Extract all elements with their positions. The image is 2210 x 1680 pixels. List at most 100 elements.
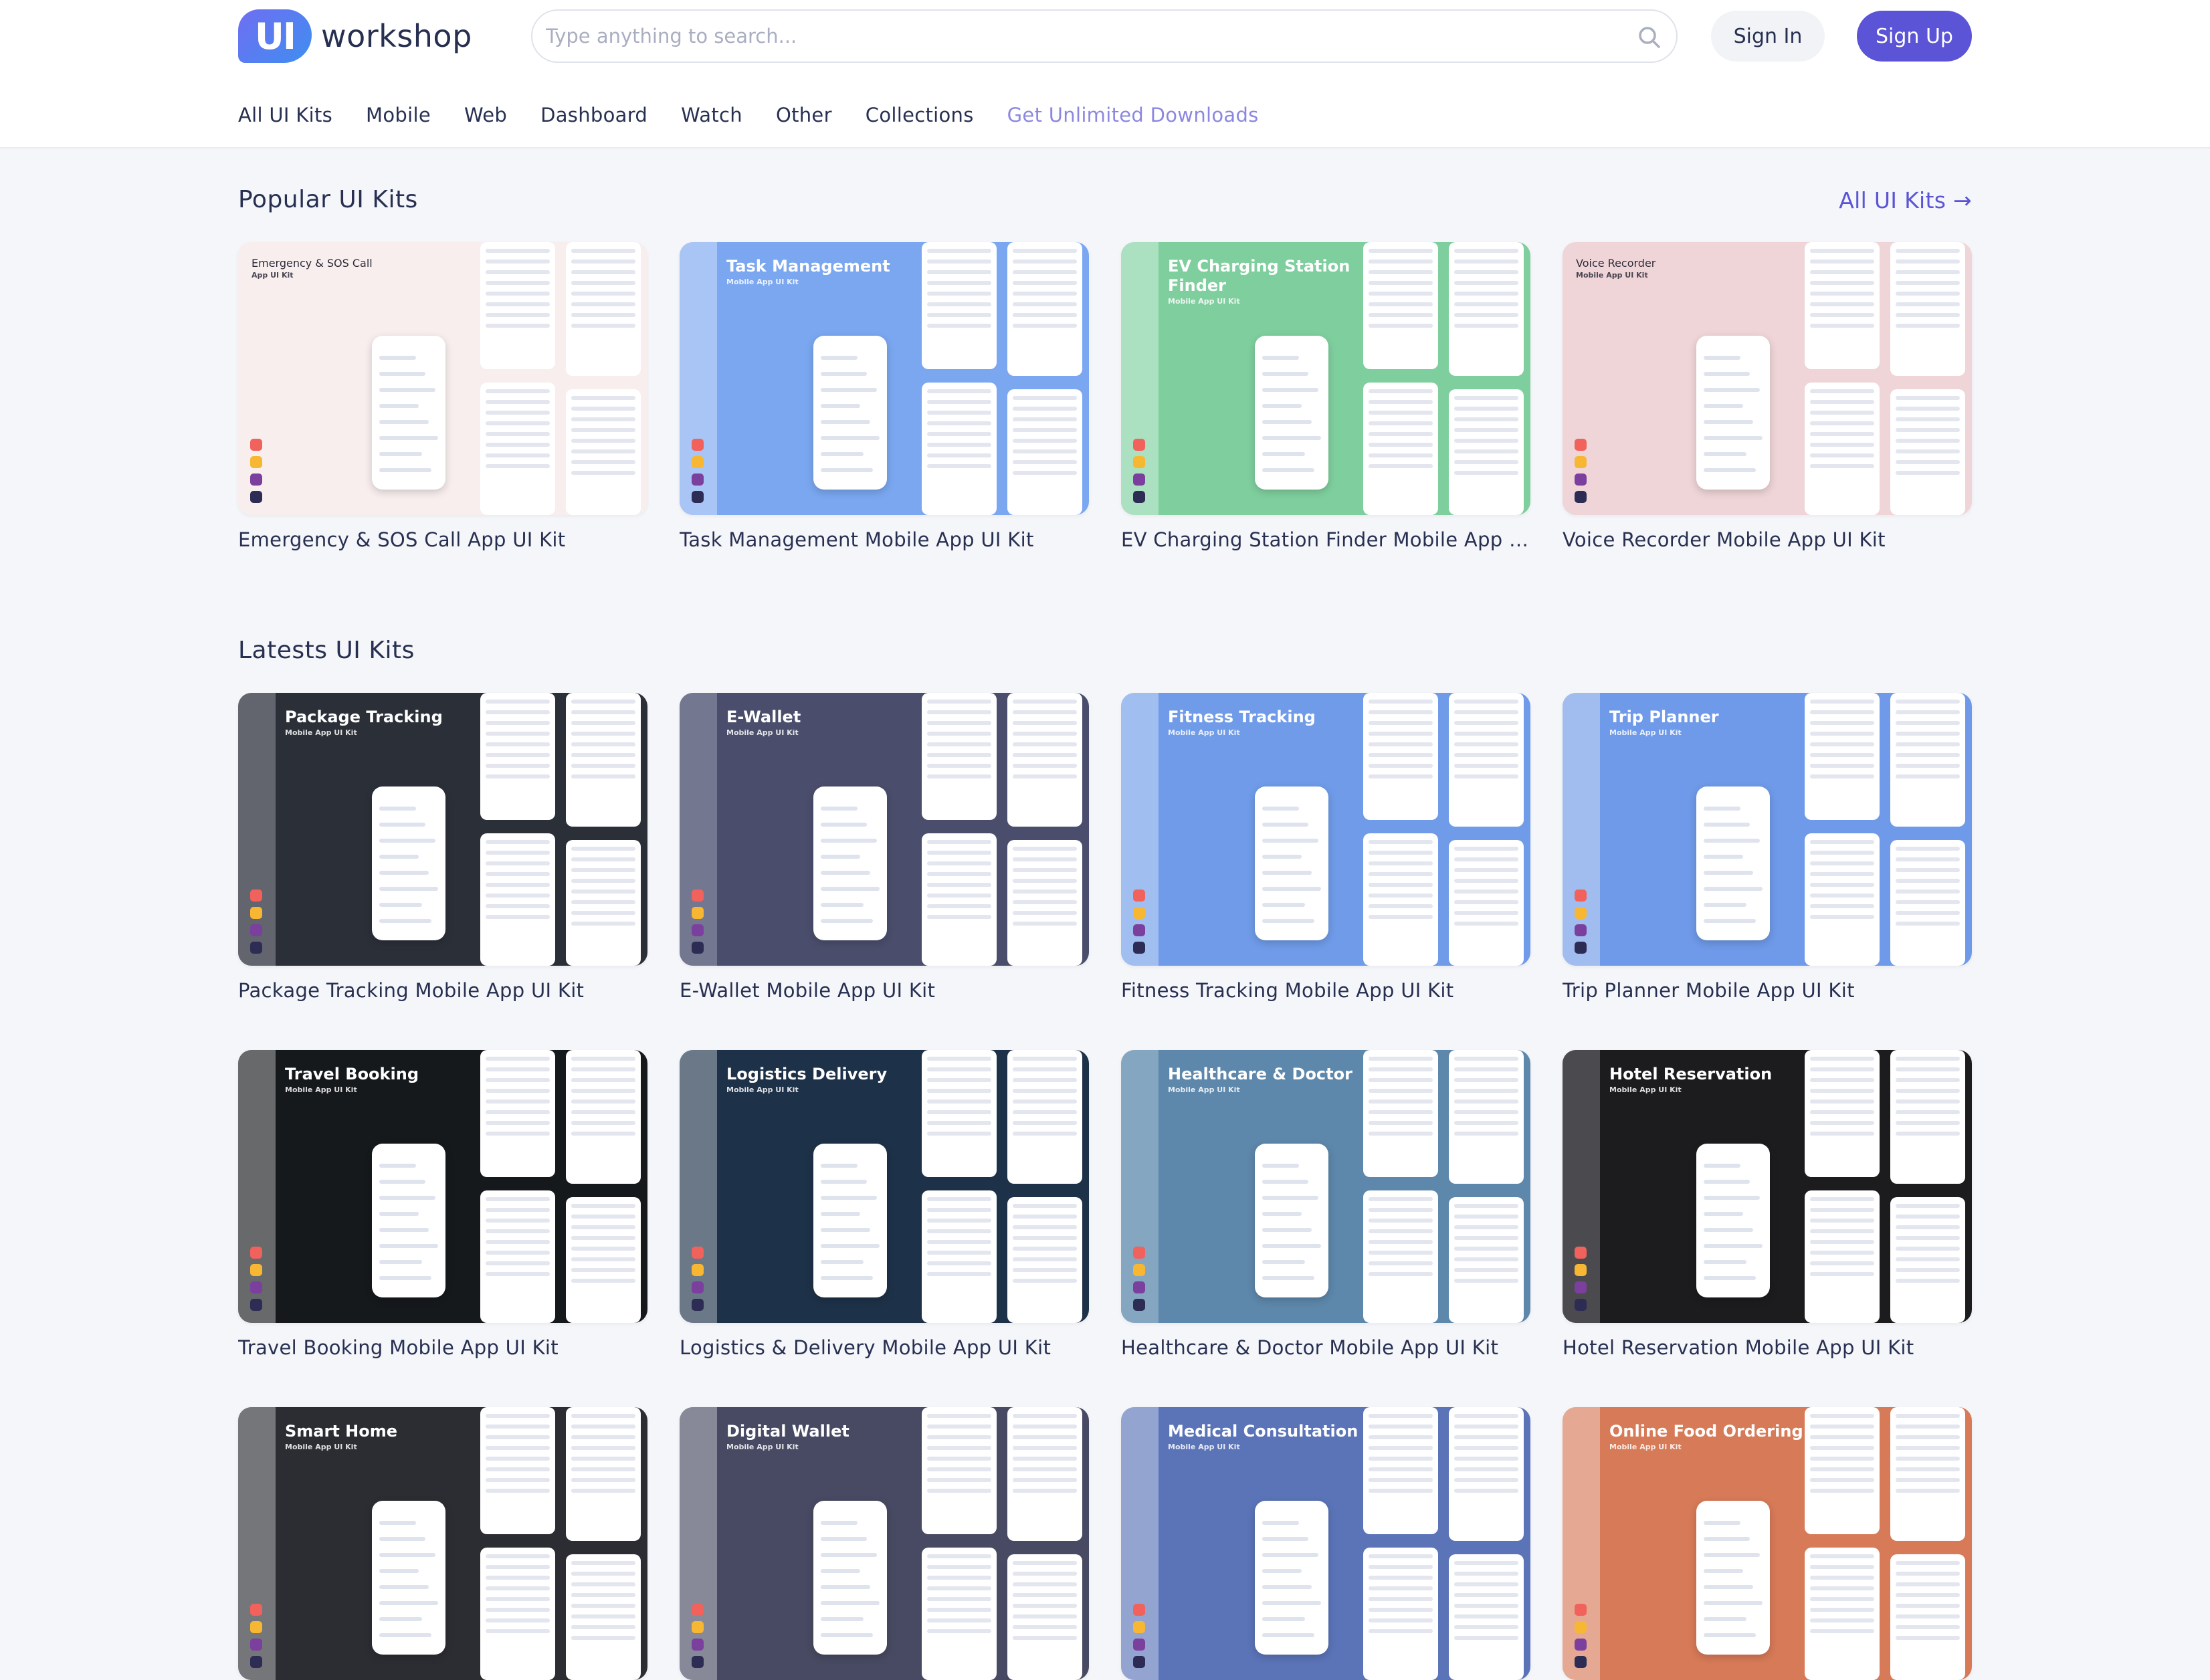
screen-panel [1363, 1050, 1438, 1177]
phone-line [1262, 919, 1315, 923]
search-input[interactable] [546, 20, 1589, 52]
kit-thumbnail[interactable]: Emergency & SOS Call App UI Kit [238, 242, 647, 515]
screen-line [1369, 1489, 1433, 1493]
phone-line [1262, 871, 1312, 875]
thumbnail-subtitle: Mobile App UI Kit [285, 1442, 357, 1451]
kit-card[interactable]: Medical Consultation Mobile App UI Kit [1121, 1407, 1530, 1680]
adobe-xd-icon [250, 474, 262, 486]
kit-card[interactable]: Hotel Reservation Mobile App UI Kit Hotel … [1563, 1050, 1972, 1359]
screen-line [1896, 1257, 1960, 1261]
nav-collections[interactable]: Collections [866, 104, 974, 126]
kit-card[interactable]: Logistics Delivery Mobile App UI Kit Logis… [680, 1050, 1089, 1359]
kit-thumbnail[interactable]: Travel Booking Mobile App UI Kit [238, 1050, 647, 1323]
phone-line [379, 1617, 422, 1621]
kit-thumbnail[interactable]: Fitness Tracking Mobile App UI Kit [1121, 693, 1530, 966]
kit-title[interactable]: Trip Planner Mobile App UI Kit [1563, 979, 1972, 1002]
kit-card[interactable]: Fitness Tracking Mobile App UI Kit Fitness… [1121, 693, 1530, 1002]
nav-mobile[interactable]: Mobile [366, 104, 431, 126]
screen-line [927, 721, 991, 725]
kit-card[interactable]: Package Tracking Mobile App UI Kit Package… [238, 693, 647, 1002]
kit-thumbnail[interactable]: Hotel Reservation Mobile App UI Kit [1563, 1050, 1972, 1323]
screen-line [927, 1618, 991, 1622]
sign-up-button[interactable]: Sign Up [1857, 11, 1972, 62]
screen-line [1810, 453, 1874, 457]
screen-line [486, 1261, 550, 1265]
kit-title[interactable]: Voice Recorder Mobile App UI Kit [1563, 528, 1972, 551]
screen-line [1369, 324, 1433, 328]
kit-title[interactable]: Hotel Reservation Mobile App UI Kit [1563, 1336, 1972, 1359]
all-ui-kits-link[interactable]: All UI Kits → [1839, 187, 1972, 213]
nav-all-ui-kits[interactable]: All UI Kits [238, 104, 332, 126]
screen-line [1810, 753, 1874, 757]
kit-card[interactable]: E-Wallet Mobile App UI Kit E-Wallet Mobile… [680, 693, 1089, 1002]
screen-panel [1805, 693, 1880, 820]
kit-thumbnail[interactable]: Logistics Delivery Mobile App UI Kit [680, 1050, 1089, 1323]
kit-title[interactable]: Travel Booking Mobile App UI Kit [238, 1336, 647, 1359]
kit-card[interactable]: Smart Home Mobile App UI Kit [238, 1407, 647, 1680]
screen-line [1013, 1446, 1077, 1450]
screen-line [571, 249, 635, 253]
screen-line [1013, 742, 1077, 746]
kit-thumbnail[interactable]: EV Charging Station Finder Mobile App UI … [1121, 242, 1530, 515]
kit-card[interactable]: Voice Recorder Mobile App UI Kit Voice Rec… [1563, 242, 1972, 551]
phone-line [1262, 388, 1318, 392]
kit-title[interactable]: Logistics & Delivery Mobile App UI Kit [680, 1336, 1089, 1359]
nav-dashboard[interactable]: Dashboard [540, 104, 647, 126]
kit-card[interactable]: Healthcare & Doctor Mobile App UI Kit Heal… [1121, 1050, 1530, 1359]
nav-web[interactable]: Web [464, 104, 507, 126]
kit-title[interactable]: E-Wallet Mobile App UI Kit [680, 979, 1089, 1002]
kit-thumbnail[interactable]: Healthcare & Doctor Mobile App UI Kit [1121, 1050, 1530, 1323]
kit-title[interactable]: EV Charging Station Finder Mobile App UI… [1121, 528, 1530, 551]
nav-get-unlimited-downloads[interactable]: Get Unlimited Downloads [1007, 104, 1259, 126]
phone-line [1704, 388, 1760, 392]
kit-card[interactable]: Travel Booking Mobile App UI Kit Travel Bo… [238, 1050, 647, 1359]
phone-line [379, 1180, 426, 1184]
kit-title[interactable]: Task Management Mobile App UI Kit [680, 528, 1089, 551]
phone-line [1262, 807, 1299, 811]
phone-mockup [1696, 786, 1770, 940]
screen-line [486, 270, 550, 274]
screen-line [571, 1467, 635, 1471]
kit-thumbnail[interactable]: Digital Wallet Mobile App UI Kit [680, 1407, 1089, 1680]
kit-card[interactable]: Online Food Ordering Mobile App UI Kit [1563, 1407, 1972, 1680]
kit-card[interactable]: Digital Wallet Mobile App UI Kit [680, 1407, 1089, 1680]
photoshop-icon [692, 942, 704, 954]
sketch-icon [1133, 456, 1145, 468]
nav-watch[interactable]: Watch [681, 104, 742, 126]
kit-card[interactable]: EV Charging Station Finder Mobile App UI … [1121, 242, 1530, 551]
kit-card[interactable]: Emergency & SOS Call App UI Kit Emergency … [238, 242, 647, 551]
screen-line [1454, 1414, 1518, 1418]
nav-other[interactable]: Other [776, 104, 832, 126]
kit-thumbnail[interactable]: E-Wallet Mobile App UI Kit [680, 693, 1089, 966]
screen-line [1369, 464, 1433, 468]
sketch-icon [1133, 1264, 1145, 1276]
tool-icons [1133, 884, 1145, 954]
phone-line [821, 807, 858, 811]
search-icon[interactable] [1636, 24, 1663, 51]
screen-line [486, 443, 550, 447]
logo[interactable]: UI workshop [238, 9, 472, 63]
kit-title[interactable]: Emergency & SOS Call App UI Kit [238, 528, 647, 551]
kit-thumbnail[interactable]: Package Tracking Mobile App UI Kit [238, 693, 647, 966]
kit-title[interactable]: Healthcare & Doctor Mobile App UI Kit [1121, 1336, 1530, 1359]
sign-in-button[interactable]: Sign In [1711, 11, 1825, 62]
screen-line [1013, 471, 1077, 475]
phone-line [1704, 1196, 1760, 1200]
kit-thumbnail[interactable]: Trip Planner Mobile App UI Kit [1563, 693, 1972, 966]
kit-thumbnail[interactable]: Medical Consultation Mobile App UI Kit [1121, 1407, 1530, 1680]
photoshop-icon [692, 491, 704, 503]
kit-thumbnail[interactable]: Task Management Mobile App UI Kit [680, 242, 1089, 515]
screen-panel [1007, 1407, 1082, 1541]
screen-line [1896, 774, 1960, 778]
screen-line [1369, 1425, 1433, 1429]
thumbnail-subtitle: App UI Kit [252, 271, 294, 280]
kit-thumbnail[interactable]: Voice Recorder Mobile App UI Kit [1563, 242, 1972, 515]
kit-card[interactable]: Task Management Mobile App UI Kit Task Man… [680, 242, 1089, 551]
kit-thumbnail[interactable]: Smart Home Mobile App UI Kit [238, 1407, 647, 1680]
kit-thumbnail[interactable]: Online Food Ordering Mobile App UI Kit [1563, 1407, 1972, 1680]
kit-title[interactable]: Fitness Tracking Mobile App UI Kit [1121, 979, 1530, 1002]
screen-panel [566, 1407, 641, 1541]
kit-card[interactable]: Trip Planner Mobile App UI Kit Trip Planne… [1563, 693, 1972, 1002]
kit-title[interactable]: Package Tracking Mobile App UI Kit [238, 979, 647, 1002]
screen-line [486, 861, 550, 865]
